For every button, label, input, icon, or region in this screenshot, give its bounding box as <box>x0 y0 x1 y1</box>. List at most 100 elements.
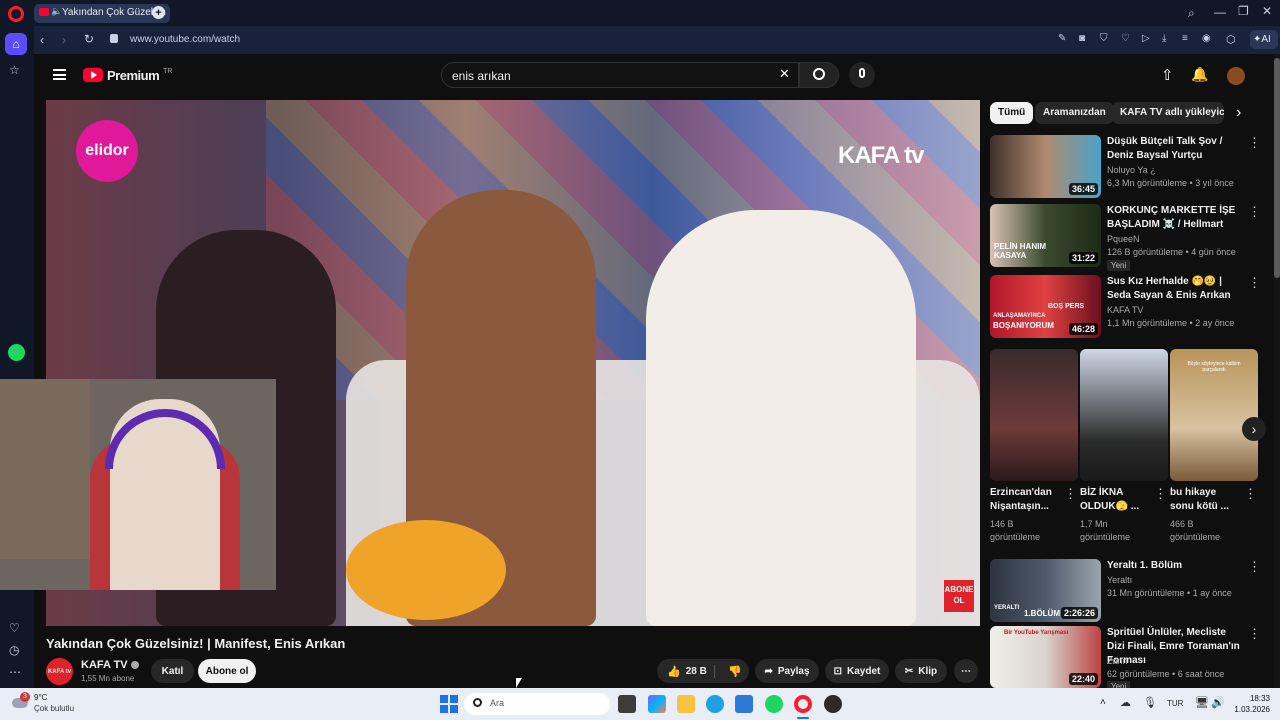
kebab-menu-icon[interactable]: ⋮ <box>1248 626 1261 642</box>
recommendation-item[interactable]: Bir YouTube Yarışması 22:40 Spritüel Ünl… <box>990 626 1261 692</box>
start-button[interactable] <box>440 695 458 713</box>
video-thumbnail[interactable]: 36:45 <box>990 135 1101 198</box>
search-tabs-icon[interactable]: ⌕ <box>1188 6 1195 21</box>
hamburger-icon[interactable] <box>53 69 66 80</box>
kebab-menu-icon[interactable]: ⋮ <box>1064 486 1077 502</box>
short-title[interactable]: bu hikaye sonu kötü ... <box>1170 486 1242 514</box>
obs-icon[interactable] <box>824 695 842 713</box>
kebab-menu-icon[interactable]: ⋮ <box>1248 135 1261 151</box>
shorts-next-button[interactable]: › <box>1242 417 1266 441</box>
share-button[interactable]: ➦ Paylaş <box>755 659 819 683</box>
language-indicator[interactable]: TUR <box>1167 699 1183 708</box>
minimize-icon[interactable]: — <box>1214 5 1226 19</box>
new-tab-icon[interactable]: + <box>152 6 165 19</box>
rec-channel[interactable]: KAFA TV <box>1107 304 1143 317</box>
upload-icon[interactable]: ⇧ <box>1161 66 1174 84</box>
rec-channel[interactable]: Zann <box>1107 655 1128 668</box>
maximize-icon[interactable]: ❐ <box>1238 4 1249 18</box>
shorts-item[interactable]: Erzincan'dan Nişantaşın... 146 B görüntü… <box>990 349 1078 549</box>
store-icon[interactable] <box>735 695 753 713</box>
rec-channel[interactable]: Noluyo Ya ¿ <box>1107 164 1156 177</box>
recommendation-item[interactable]: YERALTI 1.BÖLÜM 2:26:26 Yeraltı 1. Bölüm… <box>990 559 1261 623</box>
menu-list-icon[interactable]: ≡ <box>1182 33 1188 44</box>
rec-title[interactable]: Düşük Bütçeli Talk Şov / Deniz Baysal Yu… <box>1107 135 1242 163</box>
sidebar-heart-icon[interactable]: ♡ <box>9 621 20 635</box>
file-explorer-icon[interactable] <box>677 695 695 713</box>
forward-icon[interactable]: › <box>62 33 66 47</box>
opera-taskbar-icon[interactable] <box>794 695 812 713</box>
short-thumbnail[interactable] <box>990 349 1078 481</box>
shorts-item[interactable]: BİZ İKNA OLDUK🫣 ... 1,7 Mn görüntüleme ⋮ <box>1080 349 1168 549</box>
extensions-icon[interactable]: ⬡ <box>1226 33 1236 46</box>
close-window-icon[interactable]: ✕ <box>1262 4 1272 18</box>
rec-channel[interactable]: Yeraltı <box>1107 574 1132 587</box>
heart-icon[interactable]: ♡ <box>1121 33 1130 44</box>
short-thumbnail[interactable]: Böyle söyleyince kalbim parçalandı <box>1170 349 1258 481</box>
voice-search-button[interactable] <box>849 62 875 88</box>
subscribe-button[interactable]: Abone ol <box>198 659 256 683</box>
history-icon[interactable]: ◷ <box>9 643 19 657</box>
download-icon[interactable]: ⤓ <box>1162 33 1166 44</box>
join-button[interactable]: Katıl <box>151 659 194 683</box>
pinboard-icon[interactable]: ☆ <box>9 63 20 77</box>
kebab-menu-icon[interactable]: ⋮ <box>1244 486 1257 502</box>
notifications-bell-icon[interactable]: 🔔 <box>1191 66 1208 83</box>
kebab-menu-icon[interactable]: ⋮ <box>1248 204 1261 220</box>
chip-all[interactable]: Tümü <box>990 102 1034 124</box>
tray-overflow-icon[interactable]: ˄ <box>1100 697 1106 708</box>
kebab-menu-icon[interactable]: ⋮ <box>1248 275 1261 291</box>
short-title[interactable]: Erzincan'dan Nişantaşın... <box>990 486 1062 514</box>
edit-icon[interactable]: ✎ <box>1058 33 1066 44</box>
play-icon[interactable]: ▷ <box>1142 33 1150 44</box>
video-thumbnail[interactable]: PELİN HANIM KASAYA 31:22 <box>990 204 1101 267</box>
profile-icon[interactable]: ◉ <box>1202 33 1211 44</box>
chips-next-icon[interactable]: › <box>1236 104 1241 122</box>
url-field[interactable]: www.youtube.com/watch <box>100 29 1060 51</box>
channel-name[interactable]: KAFA TV <box>81 659 139 671</box>
home-icon[interactable]: ⌂ <box>5 33 27 55</box>
rec-title[interactable]: KORKUNÇ MARKETTE İŞE BAŞLADIM ☠️ / Hellm… <box>1107 204 1242 232</box>
tray-mic-icon[interactable]: 🎙 <box>1143 696 1157 709</box>
page-scrollbar[interactable] <box>1274 54 1280 688</box>
recommendation-item[interactable]: ANLAŞAMAYINCA BOŞANIYORUM BOŞ PERS 46:28… <box>990 275 1261 339</box>
save-button[interactable]: ⊡ Kaydet <box>825 659 889 683</box>
opera-logo-icon[interactable] <box>8 6 24 22</box>
dislike-button[interactable]: 👎 <box>720 665 742 678</box>
shield-icon[interactable]: ⛉ <box>1100 33 1108 44</box>
network-icon[interactable]: 🖥 <box>1195 696 1209 709</box>
recommendation-item[interactable]: PELİN HANIM KASAYA 31:22 KORKUNÇ MARKETT… <box>990 204 1261 271</box>
youtube-logo[interactable]: Premium TR <box>83 67 172 83</box>
task-view-icon[interactable] <box>618 695 636 713</box>
ai-button[interactable]: ✦AI <box>1250 30 1278 49</box>
rec-channel[interactable]: PqueeN <box>1107 233 1140 246</box>
recommendation-item[interactable]: 36:45 Düşük Bütçeli Talk Şov / Deniz Bay… <box>990 135 1261 199</box>
edge-icon[interactable] <box>706 695 724 713</box>
short-title[interactable]: BİZ İKNA OLDUK🫣 ... <box>1080 486 1152 514</box>
browser-tab-active[interactable]: 🔈 Yakından Çok Güzelsin <box>34 4 170 23</box>
shorts-item[interactable]: Böyle söyleyince kalbim parçalandı bu hi… <box>1170 349 1258 549</box>
like-button[interactable]: 👍 28 B <box>657 664 715 678</box>
more-actions-button[interactable]: ⋯ <box>954 659 978 683</box>
video-thumbnail[interactable]: ANLAŞAMAYINCA BOŞANIYORUM BOŞ PERS 46:28 <box>990 275 1101 338</box>
search-button[interactable] <box>799 62 839 88</box>
video-thumbnail[interactable]: Bir YouTube Yarışması 22:40 <box>990 626 1101 688</box>
clear-search-icon[interactable]: ✕ <box>779 66 790 82</box>
back-icon[interactable]: ‹ <box>40 33 44 47</box>
copilot-icon[interactable] <box>648 695 666 713</box>
account-avatar[interactable] <box>1227 67 1245 85</box>
kebab-menu-icon[interactable]: ⋮ <box>1248 559 1261 575</box>
chip-from-search[interactable]: Aramanızdan <box>1035 102 1114 124</box>
video-thumbnail[interactable]: YERALTI 1.BÖLÜM 2:26:26 <box>990 559 1101 622</box>
channel-avatar[interactable]: KAFA tv <box>46 658 73 685</box>
scrollbar-thumb[interactable] <box>1274 58 1280 278</box>
chip-from-uploader[interactable]: KAFA TV adlı yükleyiciden <box>1112 102 1224 124</box>
tray-cloud-icon[interactable]: ☁ <box>1120 696 1131 709</box>
taskbar-search[interactable]: Ara <box>464 693 610 715</box>
search-input[interactable]: enis arıkan <box>441 62 799 88</box>
kebab-menu-icon[interactable]: ⋮ <box>1154 486 1167 502</box>
clip-button[interactable]: ✂ Klip <box>895 659 947 683</box>
clock[interactable]: 18:33 1.03.2026 <box>1222 693 1270 715</box>
more-icon[interactable]: ⋯ <box>9 665 21 679</box>
spotify-icon[interactable] <box>8 344 25 361</box>
short-thumbnail[interactable] <box>1080 349 1168 481</box>
